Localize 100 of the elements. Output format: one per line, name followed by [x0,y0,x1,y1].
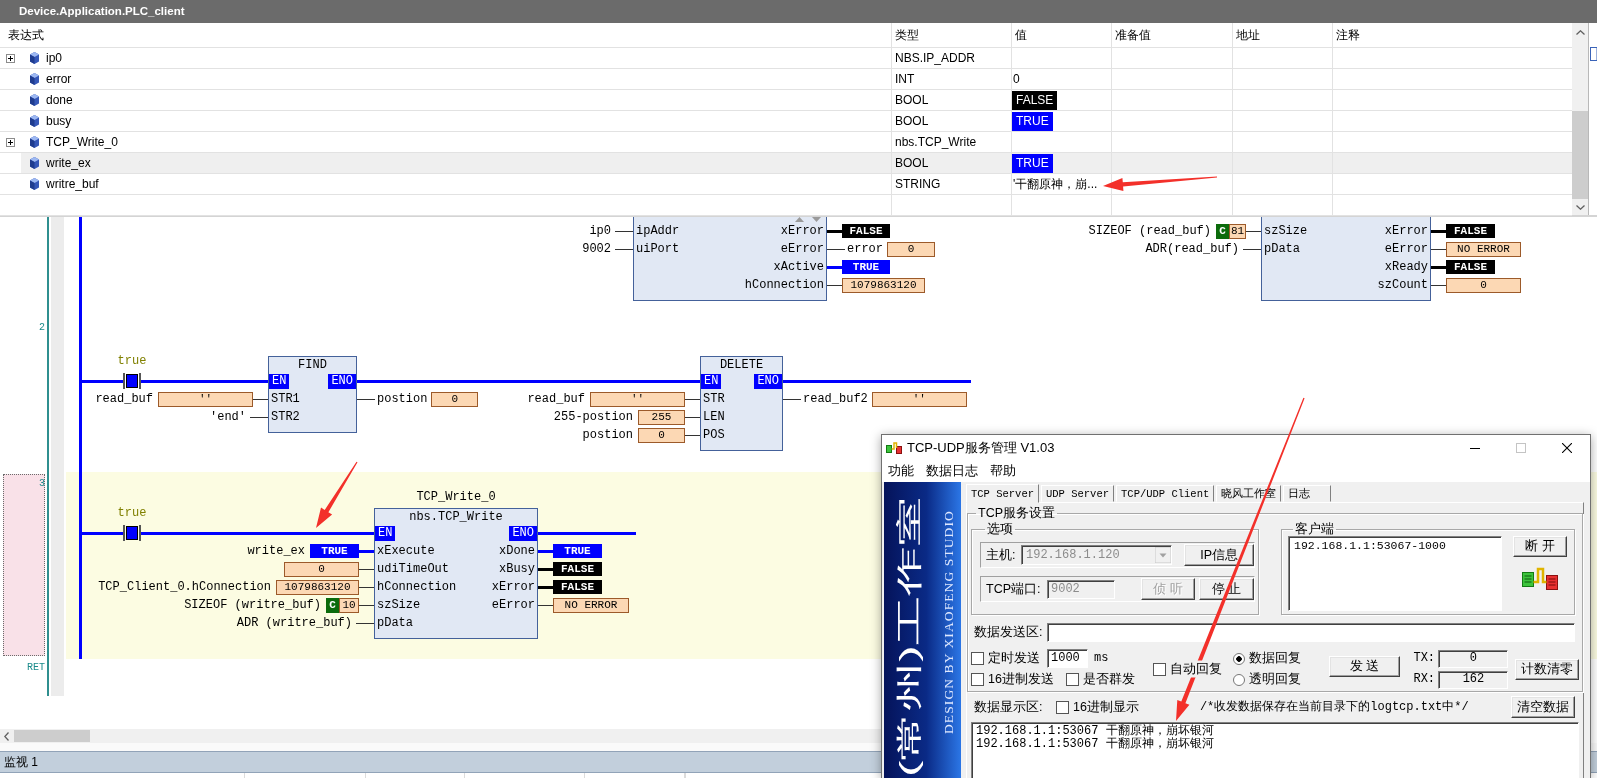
column-header: 值 [1012,23,1112,47]
pin-label: POS [703,427,725,443]
client-list[interactable]: 192.168.1.1:53067-1000 [1288,536,1502,611]
checkbox-label[interactable]: 自动回复 [1170,661,1222,677]
checkbox[interactable] [971,673,984,686]
window-title: TCP-UDP服务管理 V1.03 [907,440,1055,456]
wire [1431,248,1446,250]
wire [685,398,700,400]
pin-label: eError [491,597,535,613]
pin-label: pData [377,615,413,631]
tab[interactable]: 日志 [1283,485,1332,502]
checkbox[interactable] [971,652,984,665]
maximize-icon [1516,443,1526,453]
constant-tag: C [1216,223,1229,239]
pin-label: szSize [1264,223,1308,239]
contact-icon[interactable] [123,373,141,389]
table-row[interactable]: write_ex BOOL TRUE [0,153,1572,174]
send-field[interactable] [1047,623,1575,642]
expand-icon[interactable] [6,137,15,147]
pin-label: szSize [377,597,421,613]
scroll-left-icon[interactable] [4,731,9,741]
pin-label: xError [780,223,824,239]
minimize-icon [1470,447,1480,449]
pin-label: eError [780,241,824,257]
wire [1431,265,1446,269]
checkbox-label[interactable]: 是否群发 [1083,672,1135,687]
variable-label: ADR(read_buf) [1145,241,1239,257]
panel-tab[interactable]: 监视 1 [0,754,38,770]
interval-field[interactable]: 1000 [1047,649,1088,668]
contact-label: true [116,506,148,520]
enable-pin: ENO [754,374,782,389]
variable-icon [30,52,39,64]
pin-label: STR [703,391,725,407]
checkbox[interactable] [1056,700,1069,714]
radio-label[interactable]: 透明回复 [1249,672,1301,687]
clear-button[interactable]: 清空数据 [1511,696,1575,718]
column-header: 注释 [1335,26,1361,44]
type-cell: INT [892,69,1012,89]
value-text: '干翻原神，崩... [1012,176,1098,192]
ip-info-button[interactable]: IP信息 [1184,544,1254,566]
checkbox[interactable] [1153,662,1166,676]
checkbox-label[interactable]: 16进制显示 [1073,699,1139,715]
checkbox-label[interactable]: 定时发送 [988,651,1040,666]
value-box: NO ERROR [1446,241,1521,257]
log-field[interactable]: 192.168.1.1:53067 干翻原神，崩坏银河 192.168.1.1:53067 干翻原神，崩坏银河 [971,722,1579,778]
variable-name: error [46,71,72,87]
reset-counter-button[interactable]: 计数清零 [1515,659,1579,680]
radio-label[interactable]: 数据回复 [1249,651,1301,666]
wire [357,398,375,400]
menu-item[interactable]: 功能 [882,464,920,479]
menu-item[interactable]: 数据日志 [920,464,984,479]
checkbox-label[interactable]: 16进制发送 [988,672,1054,687]
block-type-label: DELETE [718,357,765,373]
group-title: TCP服务设置 [977,506,1056,520]
pin-label: hConnection [744,277,824,293]
table-row[interactable]: busy BOOL TRUE [0,111,1572,132]
horizontal-scrollbar[interactable] [0,729,881,743]
tab[interactable]: TCP Server [966,484,1039,503]
variable-label: read_buf [527,391,585,407]
checkbox[interactable] [1066,673,1079,686]
list-item[interactable]: 192.168.1.1:53067-1000 [1294,539,1496,553]
vertical-scrollbar[interactable] [1572,23,1588,215]
contact-icon[interactable] [123,525,141,541]
scroll-up-icon[interactable] [1575,30,1585,35]
wire [1431,284,1446,286]
variable-label: postion [582,427,633,443]
variable-label: error [847,241,883,257]
variable-name: TCP_Write_0 [46,134,118,150]
expand-icon[interactable] [6,53,15,63]
tab[interactable]: UDP Server [1041,485,1115,502]
tab[interactable]: TCP/UDP Client [1116,485,1215,502]
pin-label: STR1 [271,391,300,407]
value-box: '' [590,391,685,407]
send-button[interactable]: 发 送 [1329,656,1401,677]
scrollbar-thumb[interactable] [1572,111,1588,199]
group-title: 客户端 [1294,522,1335,536]
table-row[interactable]: done BOOL FALSE [0,90,1572,111]
enable-pin: EN [701,374,722,389]
value-box: 1079863120 [842,277,925,293]
network-selection-marker[interactable] [3,474,45,656]
variable-label: ADR (writre_buf) [236,615,352,631]
wire [685,416,700,418]
scrollbar-thumb[interactable] [14,730,90,742]
radio-button[interactable] [1233,652,1245,665]
counter-field: 162 [1438,670,1509,689]
disconnect-button[interactable]: 断 开 [1513,536,1567,557]
table-row[interactable]: ip0 NBS.IP_ADDR [0,48,1572,69]
scroll-down-icon[interactable] [1575,205,1585,210]
enable-pin: ENO [328,374,356,389]
value-box: 81 [1229,223,1246,239]
variable-label: SIZEOF (read_buf) [1088,223,1211,239]
block-type-label: FIND [297,357,328,373]
field-label: TX: [1413,651,1437,666]
radio-button[interactable] [1233,673,1245,686]
menu-item[interactable]: 帮助 [984,464,1022,479]
variable-label: TCP_Client_0.hConnection [98,579,271,595]
pin-label: udiTimeOut [377,561,449,577]
variable-label: read_buf2 [803,391,868,407]
table-row[interactable]: error INT 0 [0,69,1572,90]
value-box: 0 [431,391,479,407]
